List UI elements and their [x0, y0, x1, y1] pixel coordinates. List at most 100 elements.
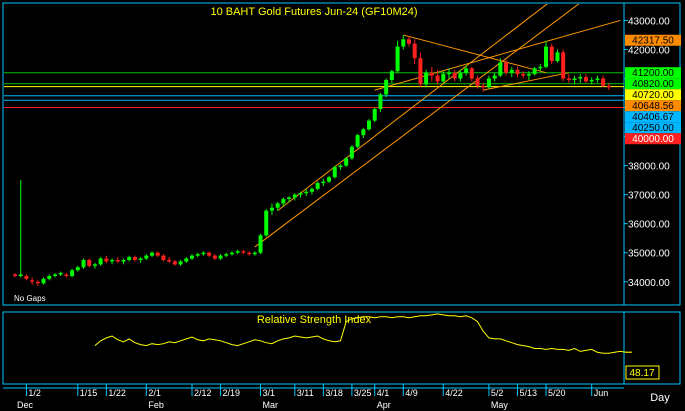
candle-body: [98, 258, 103, 265]
chart-window: 34000.00 35000.00 36000.00 37000.00 38000.00…: [2, 2, 681, 410]
candle-body: [70, 270, 75, 276]
candle-body: [486, 78, 491, 88]
candle-body: [195, 254, 200, 256]
price-level-tag-label: 40820.00: [632, 79, 674, 90]
candle-body: [526, 74, 531, 76]
candle-body: [424, 72, 429, 85]
candle-body: [167, 259, 172, 262]
price-tick-label: 42000.00: [628, 45, 670, 56]
no-gaps-note: No Gaps: [14, 294, 46, 303]
candle-body: [601, 78, 606, 86]
candle-body: [218, 255, 223, 259]
price-level-tag-label: 40406.67: [632, 112, 674, 123]
price-level-tag-label: 40250.00: [632, 123, 674, 134]
candle-body: [269, 207, 274, 211]
candle-body: [47, 275, 52, 279]
candle-body: [41, 278, 46, 284]
date-tick-label: 2/1: [148, 388, 161, 398]
candle-body: [412, 43, 417, 59]
date-tick-label: 3/11: [297, 388, 314, 398]
rsi-title: Relative Strength Index: [257, 314, 372, 326]
candle-body: [52, 274, 57, 276]
candle-body: [315, 183, 320, 189]
candle-body: [207, 252, 212, 256]
candle-body: [30, 280, 35, 282]
candle-body: [446, 72, 451, 75]
candle-body: [264, 210, 269, 236]
candle-body: [24, 275, 29, 279]
date-tick-label: 2/12: [194, 388, 212, 398]
candle-body: [349, 146, 354, 159]
candle-body: [532, 68, 537, 75]
candle-body: [18, 274, 23, 276]
candle-body: [309, 188, 314, 192]
date-tick-label: 1/15: [80, 388, 98, 398]
candle-body: [492, 75, 497, 79]
candle-body: [287, 197, 292, 200]
candle-body: [321, 181, 326, 184]
candle-body: [35, 281, 40, 284]
candle-body: [144, 255, 149, 259]
candle-body: [132, 257, 137, 260]
candle-body: [155, 252, 160, 256]
candle-body: [150, 252, 155, 256]
candle-body: [229, 252, 234, 255]
candle-body: [595, 78, 600, 80]
candle-body: [578, 77, 583, 79]
month-label: Feb: [148, 400, 164, 410]
date-tick-label: 5/20: [548, 388, 566, 398]
rsi-value-label: 48.17: [629, 368, 654, 379]
candle-body: [247, 252, 252, 255]
candle-body: [304, 191, 309, 194]
candle-body: [275, 203, 280, 208]
candle-body: [190, 255, 195, 259]
date-tick-label: 4/1: [377, 388, 390, 398]
price-level-tag-label: 40648.56: [632, 101, 674, 112]
price-level-tag-label: 40000.00: [632, 134, 674, 145]
month-label: Mar: [263, 400, 279, 410]
candle-body: [121, 259, 126, 262]
candle-body: [58, 273, 63, 275]
candle-body: [75, 267, 80, 271]
price-tick-label: 43000.00: [628, 16, 670, 27]
candle-body: [355, 135, 360, 147]
candle-body: [292, 194, 297, 198]
candle-body: [544, 46, 549, 67]
price-tick-label: 34000.00: [628, 278, 670, 289]
candle-body: [538, 66, 543, 69]
candle-body: [367, 120, 372, 130]
candle-body: [81, 259, 86, 268]
candle-body: [212, 255, 217, 259]
candle-body: [372, 108, 377, 121]
candle-body: [184, 258, 189, 262]
candle-body: [281, 199, 286, 204]
date-tick-label: Jun: [594, 388, 609, 398]
candle-body: [110, 259, 115, 262]
candle-body: [498, 62, 503, 76]
candle-body: [361, 129, 366, 136]
candle-body: [327, 177, 332, 182]
candle-body: [418, 58, 423, 85]
candle-body: [521, 74, 526, 76]
candle-body: [458, 72, 463, 79]
price-level-tag-label: 40720.00: [632, 90, 674, 101]
date-tick-label: 3/18: [325, 388, 343, 398]
month-label: Dec: [17, 400, 34, 410]
date-tick-label: 4/9: [405, 388, 418, 398]
candle-body: [64, 274, 69, 276]
candle-body: [584, 77, 588, 82]
candle-body: [555, 52, 560, 62]
price-level-tag-label: 41200.00: [632, 68, 674, 79]
candle-body: [87, 259, 92, 266]
candle-body: [435, 75, 440, 82]
candle-body: [338, 165, 343, 168]
candle-body: [606, 85, 611, 88]
candle-body: [115, 259, 120, 262]
price-tick-label: 35000.00: [628, 249, 670, 260]
candle-body: [509, 69, 514, 73]
candle-body: [161, 255, 166, 260]
candle-body: [224, 254, 229, 256]
candle-body: [441, 74, 446, 82]
candle-body: [332, 167, 337, 178]
timeframe-label[interactable]: Day: [650, 392, 670, 404]
